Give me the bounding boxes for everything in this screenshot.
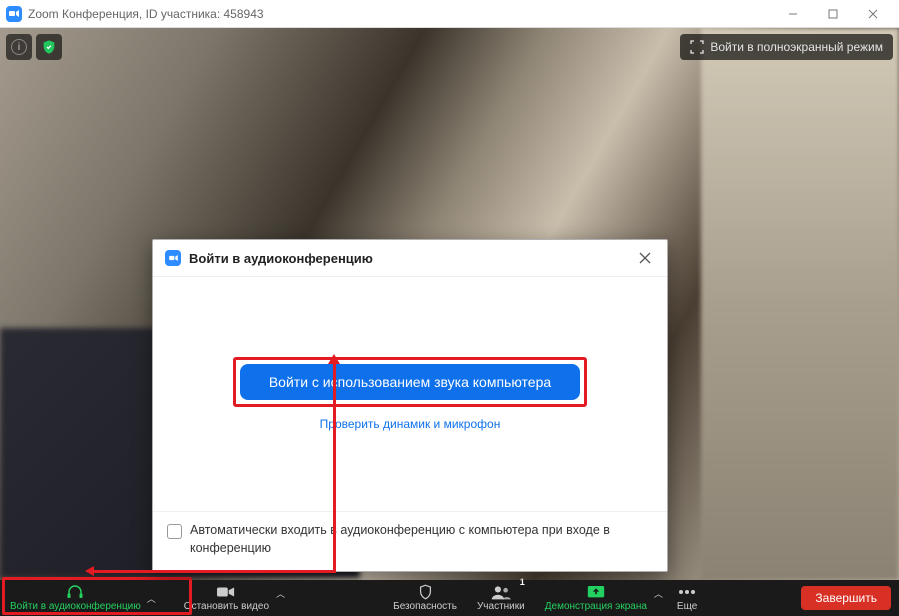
video-area: i Войти в полноэкранный режим Войти в ау… bbox=[0, 28, 899, 580]
fullscreen-label: Войти в полноэкранный режим bbox=[710, 40, 883, 54]
test-speaker-mic-link[interactable]: Проверить динамик и микрофон bbox=[320, 417, 501, 431]
annotation-arrow bbox=[333, 362, 336, 572]
enter-fullscreen-button[interactable]: Войти в полноэкранный режим bbox=[680, 34, 893, 60]
share-screen-button[interactable]: Демонстрация экрана ︿ bbox=[535, 580, 667, 616]
join-with-computer-audio-button[interactable]: Войти с использованием звука компьютера bbox=[240, 364, 580, 400]
encryption-shield-icon[interactable] bbox=[36, 34, 62, 60]
more-button[interactable]: Еще bbox=[667, 580, 707, 616]
annotation-highlight: Войти с использованием звука компьютера bbox=[233, 357, 587, 407]
shield-icon bbox=[418, 584, 433, 600]
window-maximize-button[interactable] bbox=[813, 0, 853, 27]
dialog-title: Войти в аудиоконференцию bbox=[189, 251, 635, 266]
participants-icon bbox=[491, 584, 511, 600]
security-button[interactable]: Безопасность bbox=[383, 580, 467, 616]
headphones-icon bbox=[66, 584, 84, 600]
join-audio-label: Войти в аудиоконференцию bbox=[10, 601, 141, 612]
fullscreen-icon bbox=[690, 40, 704, 54]
share-screen-icon bbox=[587, 584, 605, 600]
window-close-button[interactable] bbox=[853, 0, 893, 27]
stop-video-label: Остановить видео bbox=[184, 601, 269, 612]
window-titlebar: Zoom Конференция, ID участника: 458943 bbox=[0, 0, 899, 28]
audio-options-caret[interactable]: ︿ bbox=[147, 592, 156, 605]
stop-video-button[interactable]: Остановить видео ︿ bbox=[174, 580, 289, 616]
auto-join-audio-label: Автоматически входить в аудиоконференцию… bbox=[190, 522, 653, 557]
annotation-arrow bbox=[93, 570, 336, 573]
audio-join-dialog: Войти в аудиоконференцию Войти с использ… bbox=[152, 239, 668, 572]
more-label: Еще bbox=[677, 601, 697, 612]
share-screen-label: Демонстрация экрана bbox=[545, 601, 647, 612]
dialog-close-button[interactable] bbox=[635, 248, 655, 268]
participants-button[interactable]: 1 Участники bbox=[467, 580, 535, 616]
meeting-toolbar: Войти в аудиоконференцию ︿ Остановить ви… bbox=[0, 580, 899, 616]
participants-count: 1 bbox=[520, 577, 525, 587]
share-options-caret[interactable]: ︿ bbox=[654, 587, 663, 600]
video-options-caret[interactable]: ︿ bbox=[276, 587, 285, 600]
meeting-info-button[interactable]: i bbox=[6, 34, 32, 60]
security-label: Безопасность bbox=[393, 601, 457, 612]
zoom-logo-icon bbox=[6, 6, 22, 22]
video-camera-icon bbox=[217, 584, 235, 600]
auto-join-audio-checkbox[interactable] bbox=[167, 524, 182, 539]
window-title: Zoom Конференция, ID участника: 458943 bbox=[28, 7, 773, 21]
participants-label: Участники bbox=[477, 601, 525, 612]
window-minimize-button[interactable] bbox=[773, 0, 813, 27]
join-audio-button[interactable]: Войти в аудиоконференцию bbox=[0, 580, 145, 616]
more-icon bbox=[678, 584, 696, 600]
end-meeting-button[interactable]: Завершить bbox=[801, 586, 891, 610]
zoom-logo-icon bbox=[165, 250, 181, 266]
